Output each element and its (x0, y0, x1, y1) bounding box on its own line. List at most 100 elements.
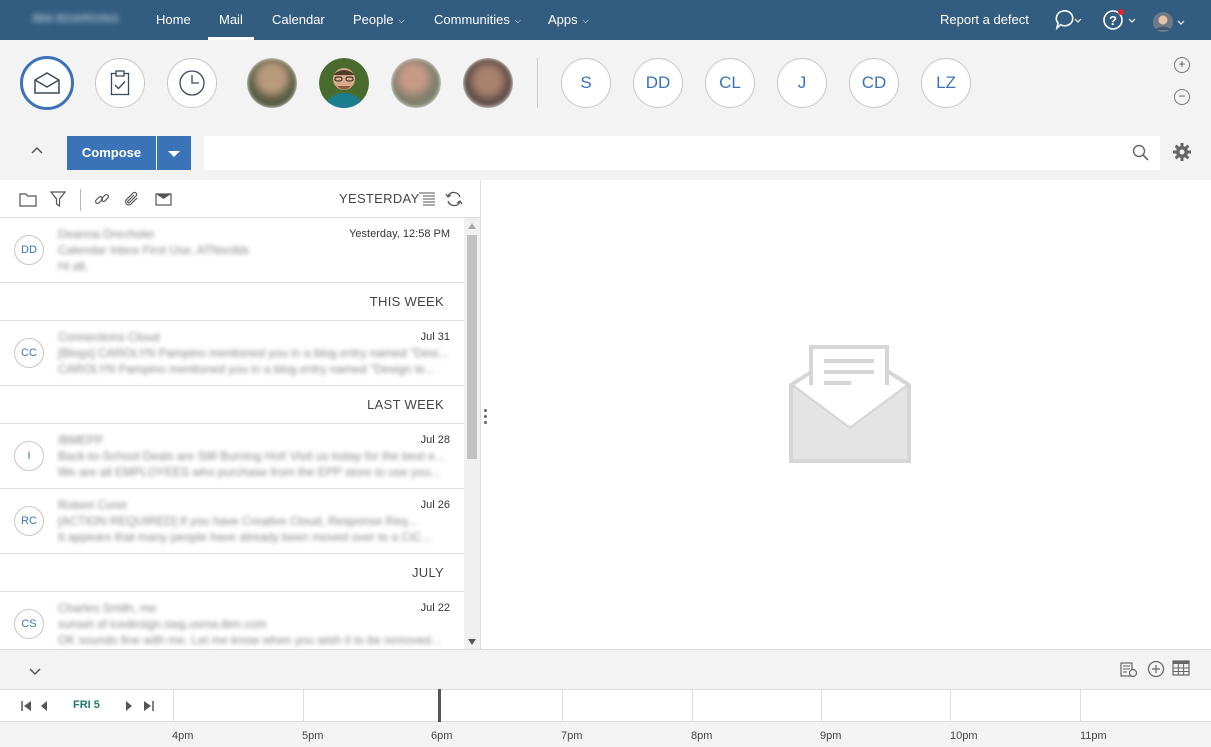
hour-label: 9pm (820, 730, 842, 742)
message-date: Jul 26 (420, 499, 450, 511)
list-scrollbar[interactable] (464, 218, 480, 649)
contact-shortcut-lz[interactable]: LZ (921, 58, 971, 108)
grip-dot (484, 421, 487, 424)
help-icon: ? (1103, 9, 1136, 30)
link-icon[interactable] (94, 191, 110, 207)
avatar (1153, 12, 1185, 32)
calendar-settings-icon[interactable] (1120, 660, 1138, 678)
hour-gridline (821, 690, 822, 721)
report-defect-link[interactable]: Report a defect (940, 0, 1029, 40)
message-preview: OK sounds fine with me. Let me know when… (58, 633, 441, 647)
list-item[interactable]: CC Jul 31 Connections Cloud [Blogs] CARO… (0, 321, 464, 386)
minus-icon: − (1178, 89, 1186, 103)
message-preview: Hi all, (58, 259, 89, 273)
tasks-shortcut[interactable] (95, 58, 145, 108)
folder-icon[interactable] (19, 192, 37, 207)
hour-gridline (950, 690, 951, 721)
last-day-icon[interactable] (143, 700, 155, 712)
nav-communities[interactable]: Communities ⌵ (434, 0, 521, 40)
chevron-down-icon: ⌵ (398, 16, 405, 25)
compose-button[interactable]: Compose (67, 136, 156, 170)
hour-label: 10pm (950, 730, 978, 742)
current-day-label[interactable]: FRI 5 (73, 699, 100, 711)
zoom-in-button[interactable]: + (1174, 57, 1190, 73)
next-day-icon[interactable] (124, 700, 134, 712)
message-preview: CAROLYN Pampino mentioned you in a blog … (58, 362, 435, 376)
calendar-grid-icon[interactable] (1172, 660, 1190, 676)
message-subject: [Blogs] CAROLYN Pampino mentioned you in… (58, 346, 449, 360)
grip-dot (484, 409, 487, 412)
recent-shortcut[interactable] (167, 58, 217, 108)
avatar: I (14, 441, 44, 471)
previous-day-icon[interactable] (39, 700, 49, 712)
hour-gridline (303, 690, 304, 721)
nav-communities-label: Communities (434, 12, 510, 27)
message-subject: sunset of icedesign.swg.usma.ibm.com (58, 617, 267, 631)
clipboard-check-icon (110, 70, 130, 96)
brand-logo[interactable]: IBM BOARDING (32, 13, 119, 25)
avatar (391, 58, 441, 108)
contact-shortcut-dd[interactable]: DD (633, 58, 683, 108)
search-input[interactable] (204, 136, 1160, 170)
compose-options-dropdown[interactable] (157, 136, 191, 170)
help-menu[interactable]: ? (1102, 9, 1138, 31)
shortcut-strip: S DD CL J CD LZ + − (0, 40, 1211, 126)
list-view-icon[interactable] (418, 192, 436, 207)
envelope-icon[interactable] (155, 193, 172, 206)
grip-dot (484, 415, 487, 418)
section-header: THIS WEEK (0, 283, 464, 321)
refresh-icon[interactable] (445, 190, 463, 208)
chat-menu[interactable] (1053, 9, 1083, 31)
avatar (247, 58, 297, 108)
list-item[interactable]: I Jul 28 IBMEPP Back-to-School Deals are… (0, 424, 464, 489)
nav-mail[interactable]: Mail (208, 0, 254, 40)
avatar: CC (14, 338, 44, 368)
contact-photo-3[interactable] (391, 58, 441, 108)
list-item[interactable]: DD Yesterday, 12:58 PM Deanna Drechsler … (0, 218, 464, 283)
nav-home[interactable]: Home (156, 0, 191, 40)
nav-people[interactable]: People ⌵ (353, 0, 405, 40)
calendar-timeline[interactable]: FRI 5 (0, 689, 1211, 722)
mail-icon (34, 72, 60, 94)
nav-apps-label: Apps (548, 12, 578, 27)
contact-shortcut-s[interactable]: S (561, 58, 611, 108)
filter-icon[interactable] (50, 191, 66, 207)
attachment-icon[interactable] (124, 191, 140, 207)
list-date-filter[interactable]: YESTERDAY (339, 191, 419, 206)
add-event-icon[interactable] (1147, 660, 1165, 678)
top-navigation-bar: IBM BOARDING Home Mail Calendar People ⌵ … (0, 0, 1211, 40)
avatar: RC (14, 506, 44, 536)
user-menu[interactable] (1153, 9, 1187, 32)
divider (537, 58, 538, 108)
contact-shortcut-cd[interactable]: CD (849, 58, 899, 108)
svg-text:?: ? (1109, 13, 1117, 28)
message-date: Jul 31 (420, 331, 450, 343)
pane-splitter[interactable] (481, 180, 489, 649)
avatar (463, 58, 513, 108)
divider (80, 189, 81, 211)
contact-shortcut-j[interactable]: J (777, 58, 827, 108)
first-day-icon[interactable] (20, 700, 32, 712)
scroll-down-icon[interactable] (468, 639, 476, 645)
hour-gridline (173, 690, 174, 721)
chat-bubble-icon (1055, 10, 1082, 31)
contact-photo-2[interactable] (319, 58, 369, 108)
nav-calendar[interactable]: Calendar (272, 0, 325, 40)
list-item[interactable]: CS Jul 22 Charles Smith, me sunset of ic… (0, 592, 464, 649)
nav-apps[interactable]: Apps ⌵ (548, 0, 589, 40)
list-item[interactable]: RC Jul 26 Robert Coret [ACTION REQUIRED]… (0, 489, 464, 554)
contact-shortcut-cl[interactable]: CL (705, 58, 755, 108)
chevron-down-icon[interactable] (28, 664, 42, 678)
contact-photo-1[interactable] (247, 58, 297, 108)
search-icon[interactable] (1132, 144, 1150, 162)
chevron-up-icon[interactable] (30, 144, 44, 158)
contact-photo-4[interactable] (463, 58, 513, 108)
message-sender: Charles Smith, me (58, 601, 157, 615)
gear-icon[interactable] (1172, 142, 1192, 162)
message-preview: It appears that many people have already… (58, 530, 432, 544)
scrollbar-thumb[interactable] (467, 235, 477, 459)
zoom-out-button[interactable]: − (1174, 89, 1190, 105)
scroll-up-icon[interactable] (468, 223, 476, 229)
hour-gridline (1080, 690, 1081, 721)
mail-shortcut[interactable] (20, 56, 74, 110)
